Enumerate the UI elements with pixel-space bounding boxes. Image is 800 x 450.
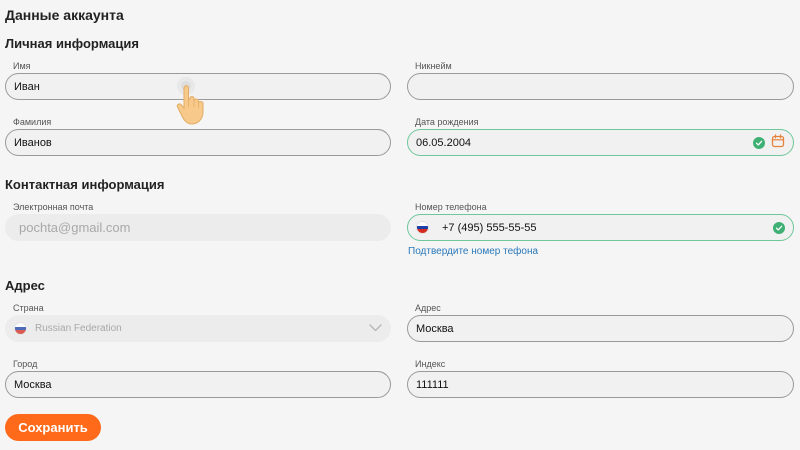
- street-label: Адрес: [415, 303, 441, 313]
- phone-field[interactable]: +7 (495) 555-55-55: [407, 214, 794, 241]
- phone-label: Номер телефона: [415, 202, 487, 212]
- city-label: Город: [13, 359, 38, 369]
- email-field: pochta@gmail.com: [5, 214, 391, 241]
- birth-date-label: Дата рождения: [415, 117, 479, 127]
- check-icon: [753, 136, 765, 149]
- confirm-phone-link[interactable]: Подтвердите номер тефона: [408, 246, 538, 257]
- zip-field[interactable]: 111111: [407, 371, 794, 398]
- flag-ru-icon: [14, 322, 27, 335]
- section-title-personal: Личная информация: [5, 36, 139, 51]
- email-label: Электронная почта: [13, 202, 94, 212]
- street-value: Москва: [416, 322, 454, 335]
- birth-date-field[interactable]: 06.05.2004: [407, 129, 794, 156]
- section-title-address: Адрес: [5, 278, 45, 293]
- email-value: pochta@gmail.com: [19, 220, 131, 235]
- last-name-label: Фамилия: [13, 117, 52, 127]
- chevron-down-icon: [369, 323, 382, 335]
- city-value: Москва: [14, 378, 52, 391]
- first-name-label: Имя: [13, 61, 31, 71]
- street-field[interactable]: Москва: [407, 315, 794, 342]
- flag-ru-icon: [416, 221, 429, 234]
- country-value: Russian Federation: [35, 323, 122, 334]
- city-field[interactable]: Москва: [5, 371, 391, 398]
- country-select: Russian Federation: [5, 315, 391, 342]
- nickname-field[interactable]: [407, 73, 794, 100]
- last-name-value: Иванов: [14, 136, 52, 149]
- section-title-contact: Контактная информация: [5, 177, 165, 192]
- country-label: Страна: [13, 303, 44, 313]
- save-button[interactable]: Сохранить: [5, 414, 101, 441]
- page-title: Данные аккаунта: [5, 7, 124, 23]
- zip-value: 111111: [416, 378, 449, 391]
- birth-date-value: 06.05.2004: [416, 136, 472, 149]
- nickname-label: Никнейм: [415, 61, 452, 71]
- check-icon: [773, 221, 785, 234]
- hand-pointer-icon: [172, 74, 222, 133]
- last-name-field[interactable]: Иванов: [5, 129, 391, 156]
- zip-label: Индекс: [415, 359, 446, 369]
- phone-value: +7 (495) 555-55-55: [442, 221, 537, 234]
- calendar-icon[interactable]: [771, 134, 785, 151]
